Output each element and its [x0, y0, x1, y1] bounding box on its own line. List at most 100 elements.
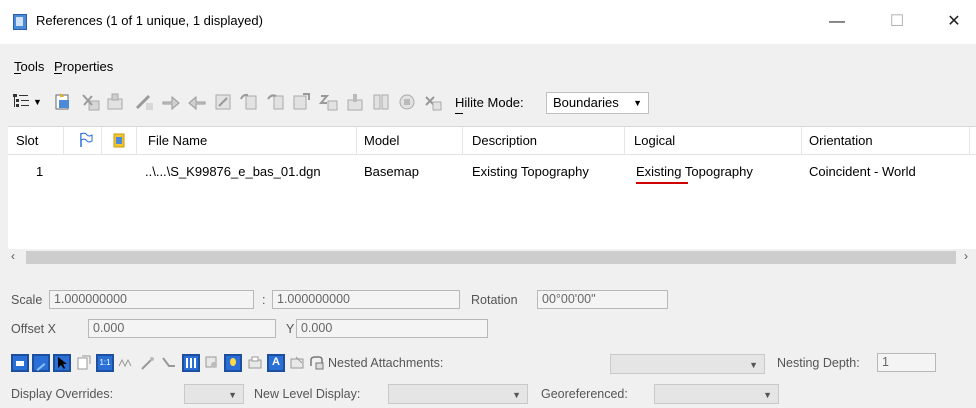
chevron-down-icon: ▼ — [633, 98, 642, 108]
cell-file-name: ..\...\S_K99876_e_bas_01.dgn — [145, 164, 321, 179]
toolbar: ▼ Hilite Mode: Boundaries ▼ — [0, 88, 976, 118]
snap-toggle-icon[interactable] — [32, 354, 50, 372]
column-divider[interactable] — [101, 127, 102, 154]
hilite-mode-value: Boundaries — [553, 95, 619, 110]
hilite-accelerator-underline — [455, 113, 463, 114]
references-app-icon — [13, 14, 27, 30]
column-divider[interactable] — [801, 127, 802, 154]
hilite-mode-select[interactable]: Boundaries ▼ — [546, 92, 649, 114]
display-raster-icon[interactable] — [203, 354, 221, 372]
offset-x-label: Offset X — [11, 322, 56, 336]
georeferenced-select[interactable]: ▼ — [654, 384, 779, 404]
offset-x-field[interactable]: 0.000 — [88, 319, 276, 338]
display-overrides-label: Display Overrides: — [11, 387, 114, 401]
column-divider[interactable] — [136, 127, 137, 154]
scale-ref-field[interactable]: 1.000000000 — [272, 290, 460, 309]
rotation-label: Rotation — [471, 293, 518, 307]
properties-accelerator-underline — [54, 73, 62, 74]
cell-slot: 1 — [36, 164, 44, 179]
clip-front-icon[interactable] — [344, 91, 366, 113]
light-bulb-icon[interactable] — [224, 354, 242, 372]
true-scale-icon[interactable] — [75, 354, 93, 372]
move-reference-icon[interactable] — [160, 91, 182, 113]
scroll-right-icon[interactable]: › — [964, 249, 968, 263]
print-icon[interactable] — [246, 354, 264, 372]
scale-reference-icon[interactable] — [212, 91, 234, 113]
clip-boundary-icon[interactable] — [134, 91, 156, 113]
rotate-reference-icon[interactable] — [238, 91, 260, 113]
clip-delete-icon[interactable] — [396, 91, 418, 113]
exchange-icon[interactable] — [422, 91, 444, 113]
mirror-horizontal-icon[interactable] — [264, 91, 286, 113]
column-divider[interactable] — [624, 127, 625, 154]
horizontal-scrollbar[interactable]: ‹ › — [8, 249, 976, 266]
column-header-description[interactable]: Description — [472, 133, 537, 148]
reload-reference-icon[interactable] — [104, 91, 126, 113]
locate-toggle-icon[interactable] — [53, 354, 71, 372]
mirror-vertical-icon[interactable] — [290, 91, 312, 113]
menu-bar: Tools Properties — [0, 56, 976, 78]
synchronize-view-icon[interactable] — [288, 354, 306, 372]
flag-icon[interactable] — [79, 132, 93, 148]
hilite-mode-label: Hilite Mode: — [455, 95, 524, 110]
chevron-down-icon: ▼ — [228, 390, 237, 400]
cell-model: Basemap — [364, 164, 419, 179]
display-toggle-icon[interactable] — [11, 354, 29, 372]
close-button[interactable]: ✕ — [934, 8, 974, 36]
nested-attachments-icon[interactable] — [308, 354, 326, 372]
georeferenced-label: Georeferenced: — [541, 387, 628, 401]
column-header-logical[interactable]: Logical — [634, 133, 675, 148]
cell-logical: Existing Topography — [636, 164, 753, 179]
cell-orientation: Coincident - World — [809, 164, 916, 179]
ignore-attachment-icon[interactable] — [117, 354, 135, 372]
tree-view-icon[interactable] — [10, 91, 32, 113]
references-table: Slot File Name Model Description Logical… — [8, 126, 976, 265]
menu-properties[interactable]: Properties — [54, 59, 113, 74]
chevron-down-icon[interactable]: ▼ — [33, 97, 42, 107]
maximize-button[interactable]: ☐ — [877, 8, 917, 36]
tools-accelerator-underline — [14, 73, 21, 74]
scale-separator: : — [262, 293, 266, 307]
scale-line-styles-icon[interactable]: 1:1 — [96, 354, 114, 372]
scroll-left-icon[interactable]: ‹ — [11, 249, 15, 263]
clip-back-icon[interactable] — [370, 91, 392, 113]
spellcheck-underline — [636, 182, 688, 184]
use-lights-icon[interactable] — [182, 354, 200, 372]
column-header-slot[interactable]: Slot — [16, 133, 38, 148]
copy-reference-icon[interactable] — [186, 91, 208, 113]
column-divider[interactable] — [356, 127, 357, 154]
column-header-orientation[interactable]: Orientation — [809, 133, 873, 148]
nesting-depth-label: Nesting Depth: — [777, 356, 860, 370]
window-title: References (1 of 1 unique, 1 displayed) — [36, 13, 263, 28]
nested-attachments-label: Nested Attachments: — [328, 356, 444, 370]
annotation-scale-icon[interactable]: A — [267, 354, 285, 372]
minimize-button[interactable]: — — [817, 8, 857, 36]
offset-y-label: Y — [286, 322, 295, 336]
detach-reference-icon[interactable] — [80, 91, 102, 113]
column-divider[interactable] — [462, 127, 463, 154]
chevron-down-icon: ▼ — [512, 390, 521, 400]
column-header-model[interactable]: Model — [364, 133, 399, 148]
drop-icon[interactable] — [139, 354, 157, 372]
column-header-file-name[interactable]: File Name — [148, 133, 207, 148]
treat-as-element-icon[interactable] — [160, 354, 178, 372]
scale-master-field[interactable]: 1.000000000 — [49, 290, 254, 309]
new-level-display-select[interactable]: ▼ — [388, 384, 528, 404]
chevron-down-icon: ▼ — [763, 390, 772, 400]
new-level-display-label: New Level Display: — [254, 387, 361, 401]
rotation-field[interactable]: 00°00'00" — [537, 290, 668, 309]
nesting-depth-field[interactable]: 1 — [877, 353, 936, 372]
offset-y-field[interactable]: 0.000 — [296, 319, 488, 338]
title-bar: References (1 of 1 unique, 1 displayed) … — [0, 0, 976, 44]
attach-reference-icon[interactable] — [52, 91, 74, 113]
column-divider[interactable] — [969, 127, 970, 154]
display-overrides-select[interactable]: ▼ — [184, 384, 244, 404]
nested-attachments-select[interactable]: ▼ — [610, 354, 765, 374]
clip-mask-icon[interactable] — [318, 91, 340, 113]
chevron-down-icon: ▼ — [749, 360, 758, 370]
scrollbar-thumb[interactable] — [26, 251, 956, 264]
menu-tools[interactable]: Tools — [14, 59, 44, 74]
scale-label: Scale — [11, 293, 43, 307]
document-icon[interactable] — [112, 133, 126, 148]
column-divider[interactable] — [63, 127, 64, 154]
